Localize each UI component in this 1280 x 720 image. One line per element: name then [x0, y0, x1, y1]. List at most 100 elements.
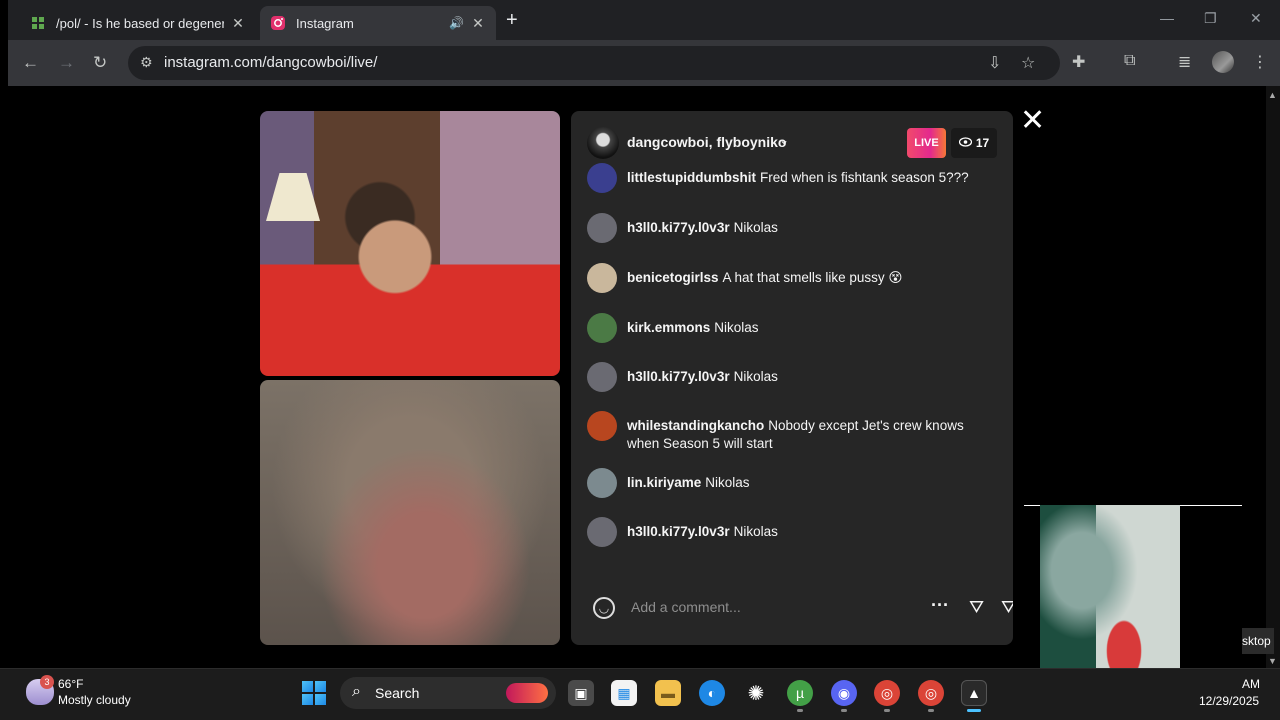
install-icon[interactable]: ⇩ — [988, 53, 1001, 73]
url-text[interactable]: instagram.com/dangcowboi/live/ — [164, 54, 377, 71]
comment-avatar[interactable] — [587, 411, 617, 441]
comment-text: Nikolas — [714, 320, 759, 335]
comment-avatar[interactable] — [587, 313, 617, 343]
comment-username[interactable]: whilestandingkancho — [627, 418, 764, 433]
clock-date[interactable]: 12/29/2025 — [1199, 694, 1259, 708]
page-scrollbar[interactable]: ▲ ▼ — [1266, 86, 1280, 668]
4chan-icon — [30, 15, 46, 31]
comment-item: littlestupiddumbshit Fred when is fishtan… — [587, 163, 987, 193]
comment-input[interactable]: Add a comment... — [631, 599, 741, 615]
running-indicator — [884, 709, 890, 712]
back-icon[interactable]: ← — [22, 53, 39, 73]
comment-username[interactable]: h3ll0.ki77y.l0v3r — [627, 369, 730, 384]
search-label: Search — [375, 685, 420, 701]
discord-icon[interactable]: ◉ — [831, 680, 857, 706]
guest-video-flyboyniko[interactable] — [260, 380, 560, 645]
site-settings-icon[interactable]: ⚙ — [140, 54, 153, 71]
live-hosts[interactable]: dangcowboi, flyboyniko — [627, 134, 786, 150]
speaker-icon[interactable]: 🔊 — [449, 16, 464, 30]
tab-close-icon[interactable]: ✕ — [230, 15, 246, 32]
reload-icon[interactable]: ↻ — [93, 53, 107, 73]
screen: /pol/ - Is he based or degenera ✕ Instag… — [0, 0, 1280, 720]
comment-item: h3ll0.ki77y.l0v3r Nikolas — [587, 362, 987, 392]
joker-art-image — [1040, 505, 1180, 692]
close-live-icon[interactable]: ✕ — [1020, 106, 1045, 136]
comment-item: h3ll0.ki77y.l0v3r Nikolas — [587, 213, 987, 243]
running-indicator — [928, 709, 934, 712]
tab-pol[interactable]: /pol/ - Is he based or degenera ✕ — [20, 6, 256, 40]
live-badge: LIVE — [907, 128, 946, 158]
comment-avatar[interactable] — [587, 468, 617, 498]
running-indicator — [841, 709, 847, 712]
comment-text: Nikolas — [705, 475, 750, 490]
filter-icon[interactable]: ⛛ — [969, 597, 984, 618]
utorrent-icon[interactable]: µ — [787, 680, 813, 706]
tab-search-icon[interactable]: ⧉ — [1124, 52, 1135, 70]
comment-avatar[interactable] — [587, 517, 617, 547]
lamp-shade — [266, 173, 320, 221]
instagram-icon — [270, 15, 286, 31]
viewer-count-value: 17 — [975, 136, 990, 150]
comment-text: A hat that smells like pussy 😵 — [722, 270, 903, 285]
task-view-icon[interactable]: ▣ — [568, 680, 594, 706]
start-button[interactable] — [302, 681, 326, 705]
scroll-up-icon[interactable]: ▲ — [1268, 90, 1277, 100]
more-options-icon[interactable]: ··· — [931, 595, 949, 616]
window-close-icon[interactable]: ✕ — [1250, 10, 1262, 27]
comment-avatar[interactable] — [587, 362, 617, 392]
comment-username[interactable]: h3ll0.ki77y.l0v3r — [627, 220, 730, 235]
scroll-down-icon[interactable]: ▼ — [1268, 656, 1277, 666]
extensions-icon[interactable]: ✚ — [1072, 52, 1085, 72]
weather-condition[interactable]: Mostly cloudy — [58, 693, 131, 707]
comment-username[interactable]: lin.kiriyame — [627, 475, 701, 490]
profile-avatar[interactable] — [1212, 51, 1234, 73]
comment-avatar[interactable] — [587, 263, 617, 293]
active-indicator — [967, 709, 981, 712]
microsoft-store-icon[interactable]: ▦ — [611, 680, 637, 706]
comment-item: h3ll0.ki77y.l0v3r Nikolas — [587, 517, 987, 547]
filter-off-icon[interactable]: ⛛ — [1001, 597, 1013, 618]
comment-text: Nikolas — [733, 524, 778, 539]
comment-username[interactable]: littlestupiddumbshit — [627, 170, 756, 185]
clock-time[interactable]: AM — [1242, 677, 1260, 691]
weather-temp[interactable]: 66°F — [58, 677, 83, 691]
comment-text: Fred when is fishtank season 5??? — [760, 170, 969, 185]
chevron-down-icon[interactable]: ⌄ — [779, 133, 789, 147]
chrome-icon[interactable]: ◎ — [874, 680, 900, 706]
search-highlight-icon — [506, 683, 548, 703]
forward-icon[interactable]: → — [58, 53, 75, 73]
comment-item: whilestandingkancho Nobody except Jet's c… — [587, 411, 987, 453]
running-indicator — [797, 709, 803, 712]
edge-icon[interactable]: ◐ — [699, 680, 725, 706]
comment-composer: ◡ Add a comment... ··· ⛛ ⛛ — [585, 585, 1013, 631]
new-tab-button[interactable]: + — [506, 10, 518, 30]
media-control-icon[interactable]: ≣ — [1178, 52, 1191, 72]
host-video-dangcowboi[interactable] — [260, 111, 560, 376]
comment-avatar[interactable] — [587, 163, 617, 193]
viewer-count[interactable]: 17 — [951, 128, 997, 158]
eye-icon — [958, 136, 972, 150]
emoji-icon[interactable]: ◡ — [593, 597, 615, 619]
chrome-profile-icon[interactable]: ◎ — [918, 680, 944, 706]
comment-username[interactable]: kirk.emmons — [627, 320, 710, 335]
restore-icon[interactable]: ❐ — [1204, 10, 1217, 27]
obs-icon[interactable]: ▲ — [961, 680, 987, 706]
tab-instagram[interactable]: Instagram 🔊 ✕ — [260, 6, 496, 40]
address-bar[interactable]: ⚙ instagram.com/dangcowboi/live/ ⇩ ☆ — [128, 46, 1060, 80]
comment-item: kirk.emmons Nikolas — [587, 313, 987, 343]
comment-username[interactable]: benicetogirlss — [627, 270, 719, 285]
tab-bar: /pol/ - Is he based or degenera ✕ Instag… — [8, 0, 1280, 40]
minimize-icon[interactable]: — — [1160, 10, 1174, 26]
comment-username[interactable]: h3ll0.ki77y.l0v3r — [627, 524, 730, 539]
bookmark-star-icon[interactable]: ☆ — [1021, 53, 1035, 73]
tab-close-icon[interactable]: ✕ — [470, 15, 486, 32]
comment-avatar[interactable] — [587, 213, 617, 243]
chatgpt-icon[interactable]: ✺ — [743, 680, 769, 706]
show-desktop-tooltip: sktop — [1242, 628, 1274, 654]
host-avatar[interactable] — [587, 127, 619, 159]
search-icon: ⌕ — [352, 683, 361, 700]
taskbar-search[interactable]: ⌕ Search — [340, 677, 556, 709]
browser-menu-icon[interactable]: ⋮ — [1252, 52, 1268, 72]
file-explorer-icon[interactable]: ▬ — [655, 680, 681, 706]
tab-title: /pol/ - Is he based or degenera — [56, 15, 224, 31]
